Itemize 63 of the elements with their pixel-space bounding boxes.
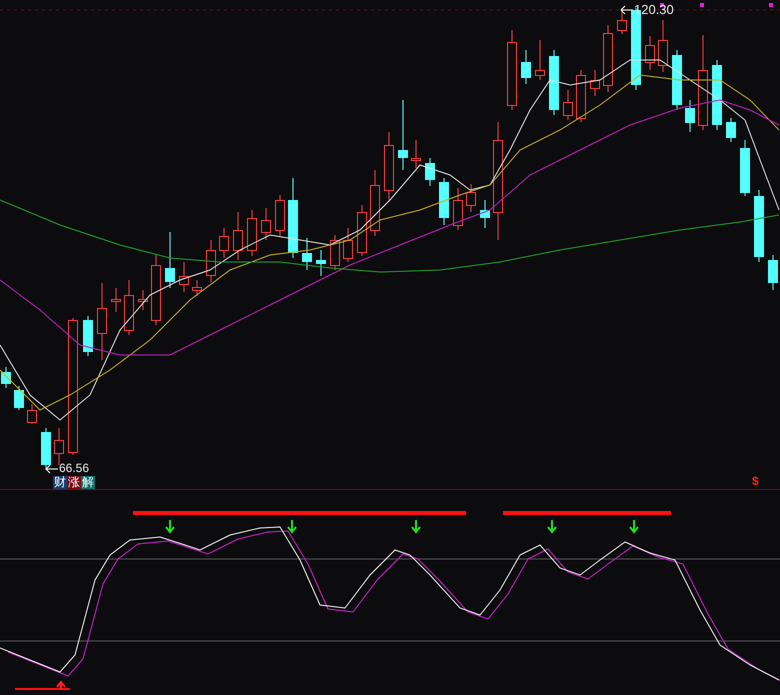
candlestick [521,50,531,84]
candlestick [83,316,93,356]
arrow-icon [620,4,634,14]
indicator-button[interactable]: 涨 [67,476,81,489]
candlestick [726,118,736,142]
candlestick [645,36,655,70]
candlestick [233,212,243,260]
candlestick [535,40,545,80]
candlestick [192,280,202,296]
candlestick [439,178,449,226]
candlestick [179,262,189,292]
candlestick [151,254,161,326]
down-arrow-icon [411,519,421,534]
candlestick [685,100,695,132]
down-arrow-icon [165,519,175,534]
candlestick [111,288,121,312]
candlestick [411,140,421,168]
candlestick [54,428,64,466]
candlestick [712,60,722,130]
candlestick [27,404,37,424]
arrow-icon [45,464,59,474]
candlestick [480,200,490,228]
low-price-label: 66.56 [59,462,90,475]
candlestick [275,194,285,236]
candlestick [219,228,229,258]
candlestick [138,290,148,310]
candlestick [14,386,24,410]
indicator-button[interactable]: 解 [81,476,95,489]
candlestick [590,70,600,96]
candlestick [1,366,11,388]
candlestick [330,234,340,270]
candlestick [343,228,353,262]
indicator-button[interactable]: 财 [53,476,67,489]
candlestick [563,90,573,120]
candlestick [206,240,216,282]
candlestick [549,50,559,116]
candlestick [261,208,271,240]
candlestick [617,8,627,34]
candlestick [425,158,435,186]
candlestick [165,232,175,288]
candlestick [370,170,380,236]
candlestick [124,280,134,336]
candlestick [247,210,257,256]
candlestick [453,188,463,230]
candlestick [603,24,613,92]
dollar-sign-mark: $ [752,475,759,488]
candlestick [357,204,367,256]
down-arrow-icon [547,519,557,534]
up-arrow-icon [56,680,66,691]
down-arrow-icon [287,519,297,534]
candlestick [768,254,778,290]
candlestick [658,20,668,72]
candlestick [740,140,750,196]
candlestick [384,132,394,200]
candlestick [672,50,682,110]
candlestick [466,184,476,212]
candlestick [41,428,51,470]
candlestick [576,70,586,122]
high-price-label: 120.30 [634,3,674,16]
candlestick [302,238,312,270]
candlestick [398,100,408,170]
down-arrow-icon [629,519,639,534]
candlestick [316,250,326,276]
